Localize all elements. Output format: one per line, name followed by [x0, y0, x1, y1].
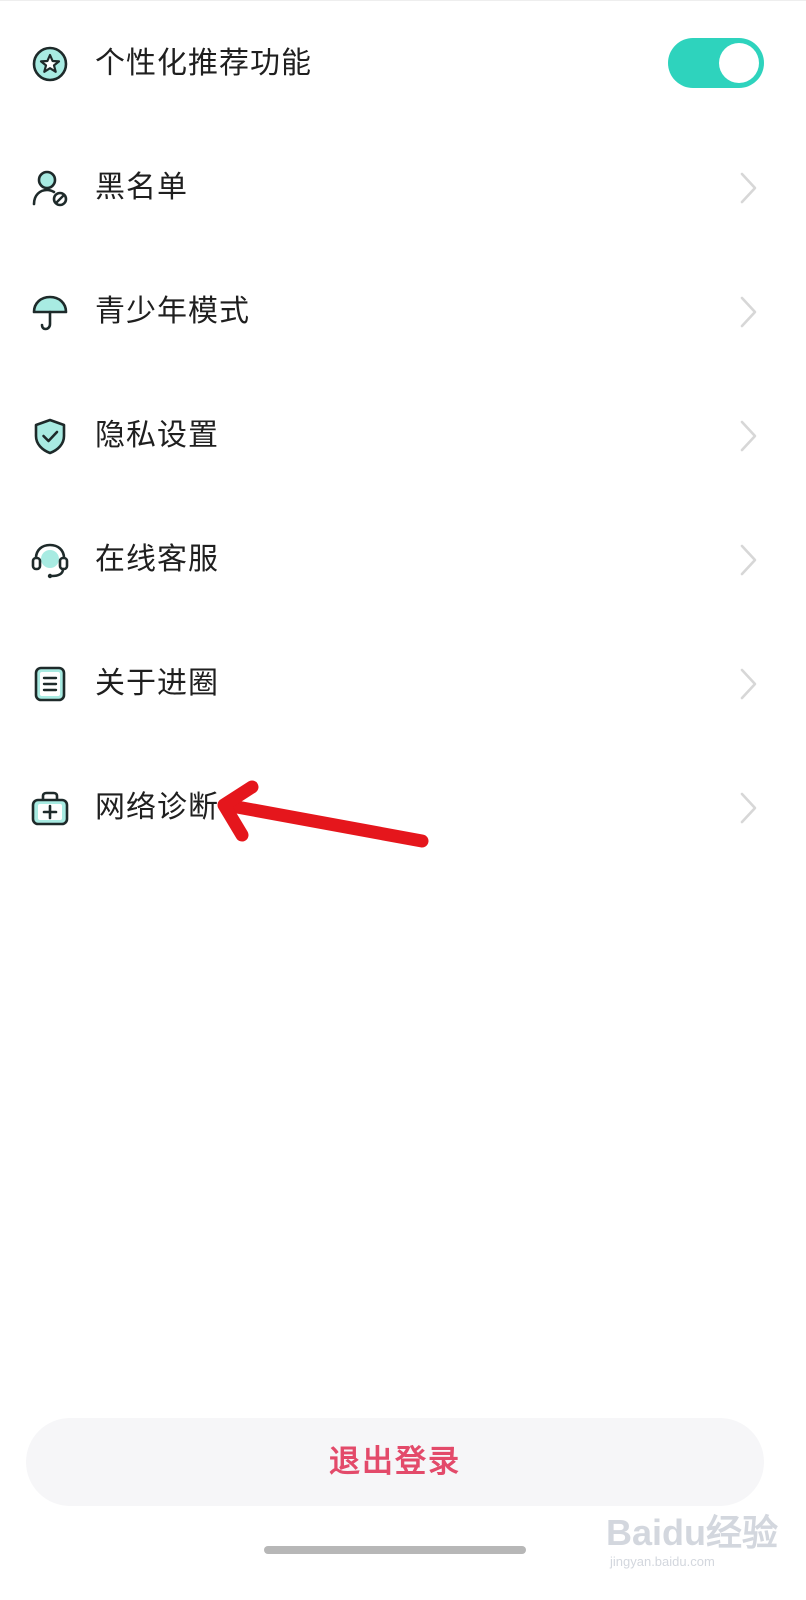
settings-item-label: 在线客服 — [95, 542, 219, 577]
medical-kit-icon — [31, 791, 69, 826]
settings-item-privacy[interactable]: 隐私设置 — [0, 372, 806, 496]
personalized-recommendation-toggle[interactable] — [668, 38, 764, 88]
chevron-right-icon — [740, 792, 757, 824]
chevron-right-icon — [740, 544, 757, 576]
settings-item-teen-mode[interactable]: 青少年模式 — [0, 248, 806, 372]
settings-item-label: 个性化推荐功能 — [95, 46, 312, 81]
star-badge-icon — [32, 46, 68, 82]
toggle-knob — [719, 43, 759, 83]
settings-item-label: 黑名单 — [95, 170, 188, 205]
watermark-brand: Baidu经验 — [606, 1512, 779, 1553]
settings-item-customer-service[interactable]: 在线客服 — [0, 496, 806, 620]
settings-item-label: 网络诊断 — [95, 790, 219, 825]
chevron-right-icon — [740, 420, 757, 452]
headset-icon — [31, 543, 69, 579]
annotation-arrow — [217, 780, 429, 848]
shield-check-icon — [34, 418, 66, 455]
settings-item-label: 青少年模式 — [95, 294, 250, 329]
chevron-right-icon — [740, 172, 757, 204]
user-block-icon — [32, 170, 68, 207]
chevron-right-icon — [740, 296, 757, 328]
settings-item-blacklist[interactable]: 黑名单 — [0, 124, 806, 248]
chevron-right-icon — [740, 668, 757, 700]
settings-item-personalized-recommendation: 个性化推荐功能 — [0, 0, 806, 124]
home-indicator[interactable] — [264, 1546, 526, 1554]
logout-button[interactable]: 退出登录 — [26, 1418, 764, 1506]
watermark-url: jingyan.baidu.com — [610, 1554, 715, 1569]
settings-item-label: 隐私设置 — [95, 418, 219, 453]
settings-item-label: 关于进圈 — [95, 666, 219, 701]
settings-item-about[interactable]: 关于进圈 — [0, 620, 806, 744]
document-icon — [34, 666, 66, 702]
baidu-jingyan-watermark: Baidu经验 jingyan.baidu.com — [600, 1500, 778, 1580]
umbrella-icon — [32, 295, 68, 331]
